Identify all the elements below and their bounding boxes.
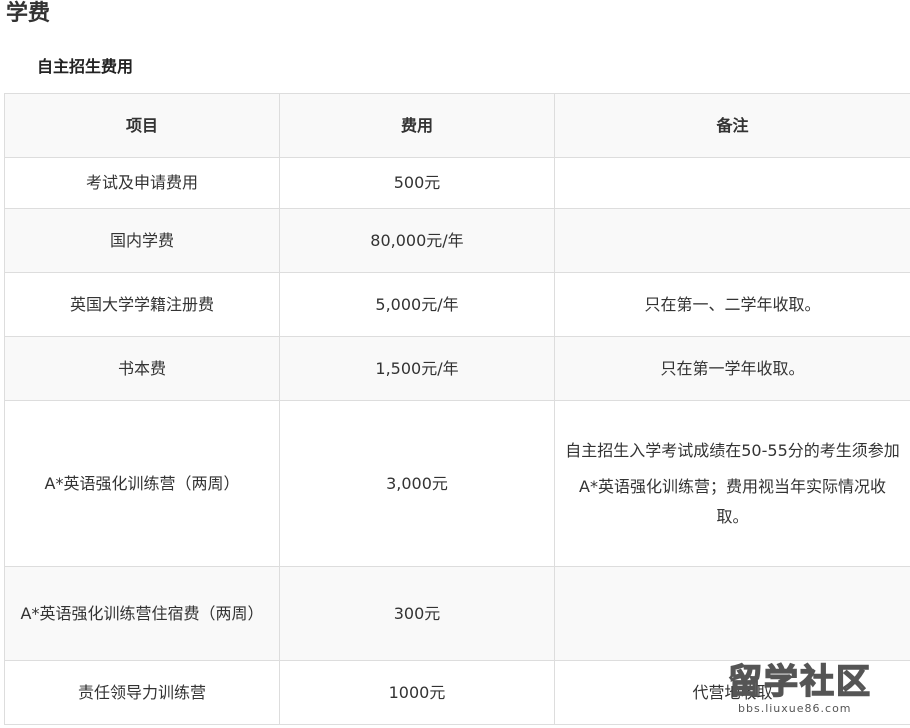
note-line: 代营地收取 <box>692 682 773 702</box>
cell-fee: 500元 <box>279 157 555 209</box>
cell-notes <box>554 157 910 209</box>
table-row: A*英语强化训练营（两周） 3,000元 自主招生入学考试成绩在50-55分的考… <box>4 400 910 567</box>
table-row: A*英语强化训练营住宿费（两周） 300元 <box>4 566 910 661</box>
section-title: 自主招生费用 <box>37 57 134 76</box>
cell-item: 书本费 <box>4 336 280 401</box>
fees-table: 项目 费用 备注 考试及申请费用 500元 国内学费 80,000元/年 英国大… <box>4 93 910 725</box>
table-row: 国内学费 80,000元/年 <box>4 208 910 273</box>
header-item: 项目 <box>4 93 280 158</box>
table-row: 考试及申请费用 500元 <box>4 157 910 209</box>
page-title: 学费 <box>6 1 51 26</box>
note-line: 只在第一学年收取。 <box>660 358 805 378</box>
cell-item: A*英语强化训练营住宿费（两周） <box>4 566 280 661</box>
page: 学费 自主招生费用 项目 费用 备注 考试及申请费用 500元 国内学费 80,… <box>0 0 910 728</box>
cell-fee: 1000元 <box>279 660 555 725</box>
cell-fee: 80,000元/年 <box>279 208 555 273</box>
cell-notes: 自主招生入学考试成绩在50-55分的考生须参加 A*英语强化训练营；费用视当年实… <box>554 400 910 567</box>
note-line: A*英语强化训练营；费用视当年实际情况收取。 <box>579 476 886 526</box>
cell-item: 责任领导力训练营 <box>4 660 280 725</box>
cell-notes: 只在第一学年收取。 <box>554 336 910 401</box>
note-line: 只在第一、二学年收取。 <box>644 294 821 314</box>
cell-notes: 只在第一、二学年收取。 <box>554 272 910 337</box>
cell-fee: 3,000元 <box>279 400 555 567</box>
header-notes: 备注 <box>554 93 910 158</box>
cell-notes: 代营地收取 <box>554 660 910 725</box>
cell-fee: 5,000元/年 <box>279 272 555 337</box>
header-fee: 费用 <box>279 93 555 158</box>
note-line: 自主招生入学考试成绩在50-55分的考生须参加 <box>565 440 900 460</box>
cell-fee: 1,500元/年 <box>279 336 555 401</box>
cell-item: A*英语强化训练营（两周） <box>4 400 280 567</box>
table-header-row: 项目 费用 备注 <box>4 93 910 158</box>
cell-notes <box>554 566 910 661</box>
cell-fee: 300元 <box>279 566 555 661</box>
cell-notes <box>554 208 910 273</box>
table-row: 英国大学学籍注册费 5,000元/年 只在第一、二学年收取。 <box>4 272 910 337</box>
cell-item: 英国大学学籍注册费 <box>4 272 280 337</box>
table-row: 书本费 1,500元/年 只在第一学年收取。 <box>4 336 910 401</box>
cell-item: 国内学费 <box>4 208 280 273</box>
table-row: 责任领导力训练营 1000元 代营地收取 <box>4 660 910 725</box>
cell-item: 考试及申请费用 <box>4 157 280 209</box>
